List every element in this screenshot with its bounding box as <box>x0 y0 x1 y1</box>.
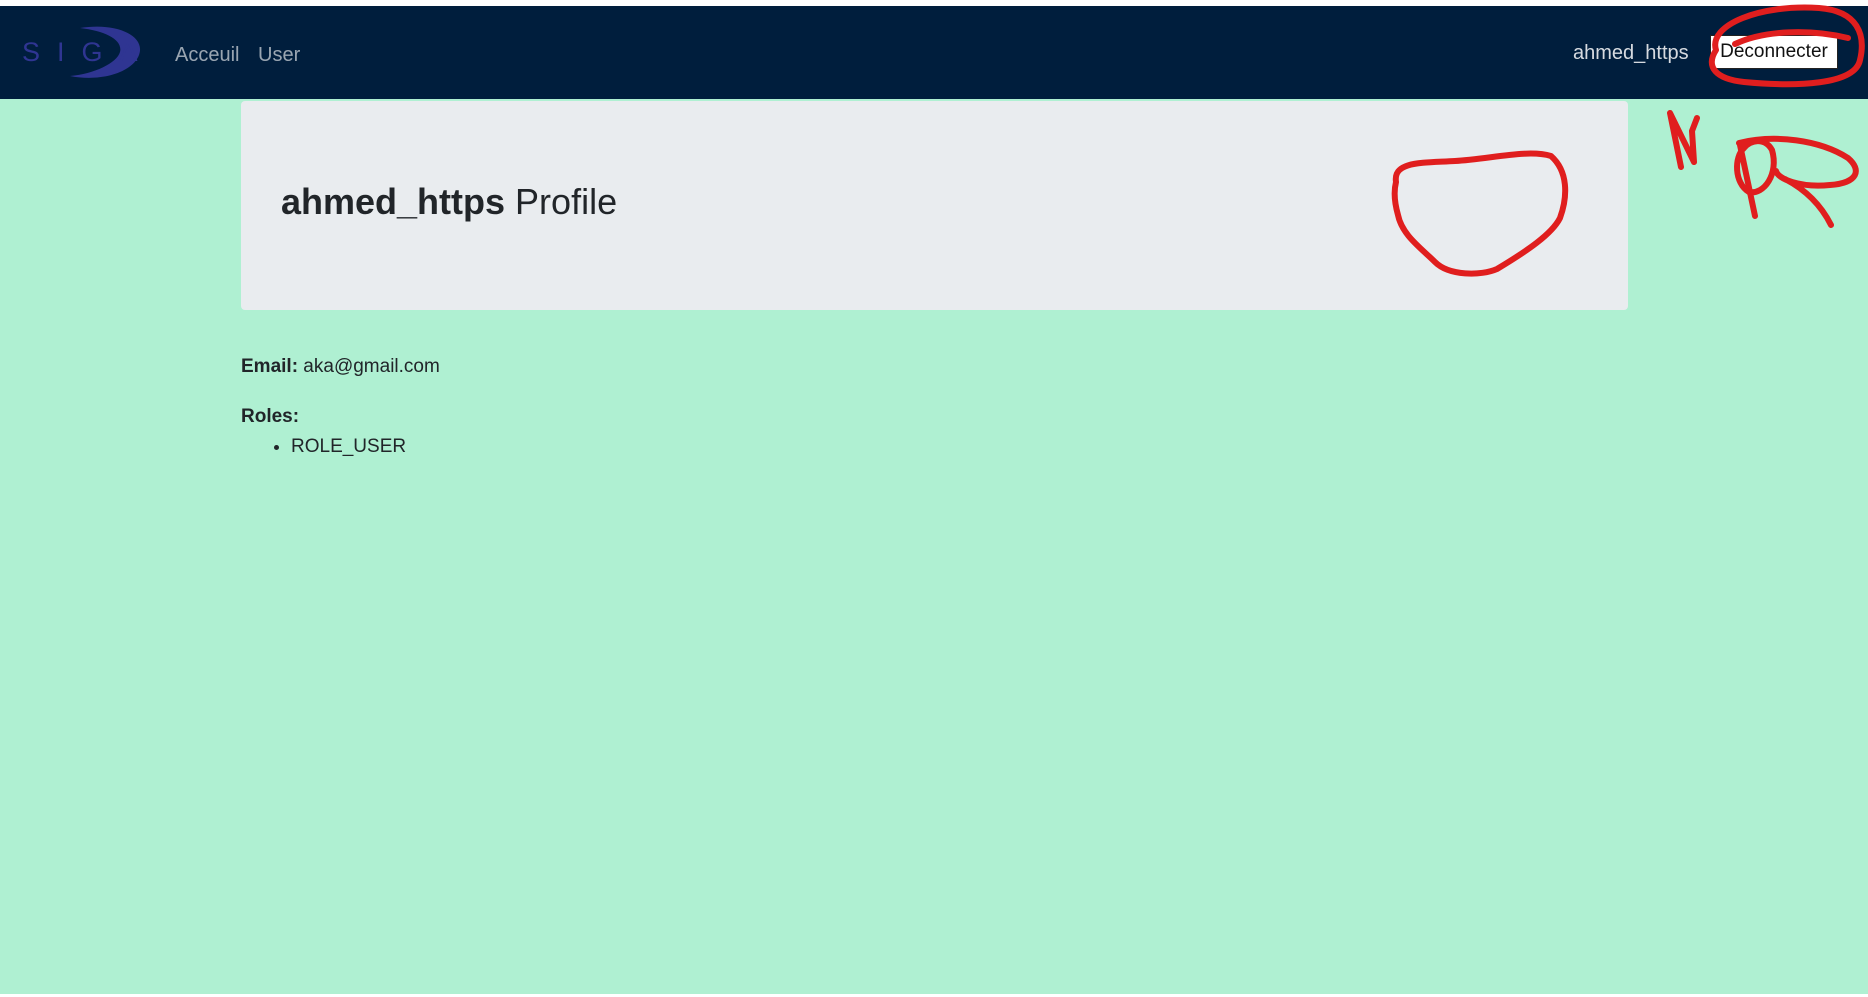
logo-letters: SIGA <box>22 37 144 67</box>
nav-link-user[interactable]: User <box>258 43 300 67</box>
email-value: aka@gmail.com <box>298 356 440 377</box>
roles-label: Roles: <box>241 406 300 427</box>
email-row: Email: aka@gmail.com <box>241 355 440 379</box>
siga-logo[interactable]: SIGA <box>22 24 144 82</box>
role-item: ROLE_USER <box>291 435 406 459</box>
roles-row: Roles: <box>241 405 299 429</box>
screen: SIGA Acceuil User ahmed_https Déconnecte… <box>0 0 1868 997</box>
nav-link-acceuil[interactable]: Acceuil <box>175 43 239 67</box>
logout-button[interactable]: Déconnecter <box>1710 35 1838 69</box>
email-label: Email: <box>241 356 299 377</box>
profile-header: ahmed_https Profile <box>241 101 1628 310</box>
navbar: SIGA Acceuil User ahmed_https Déconnecte… <box>0 6 1868 99</box>
main-content: ahmed_https Profile Email: aka@gmail.com… <box>0 99 1868 994</box>
page-title: ahmed_https Profile <box>281 181 617 223</box>
siga-logo-image: SIGA <box>22 26 144 78</box>
profile-username: ahmed_https <box>281 181 506 222</box>
roles-list: ROLE_USER <box>241 435 406 459</box>
profile-title-suffix: Profile <box>505 181 618 222</box>
navbar-username[interactable]: ahmed_https <box>1573 41 1689 65</box>
